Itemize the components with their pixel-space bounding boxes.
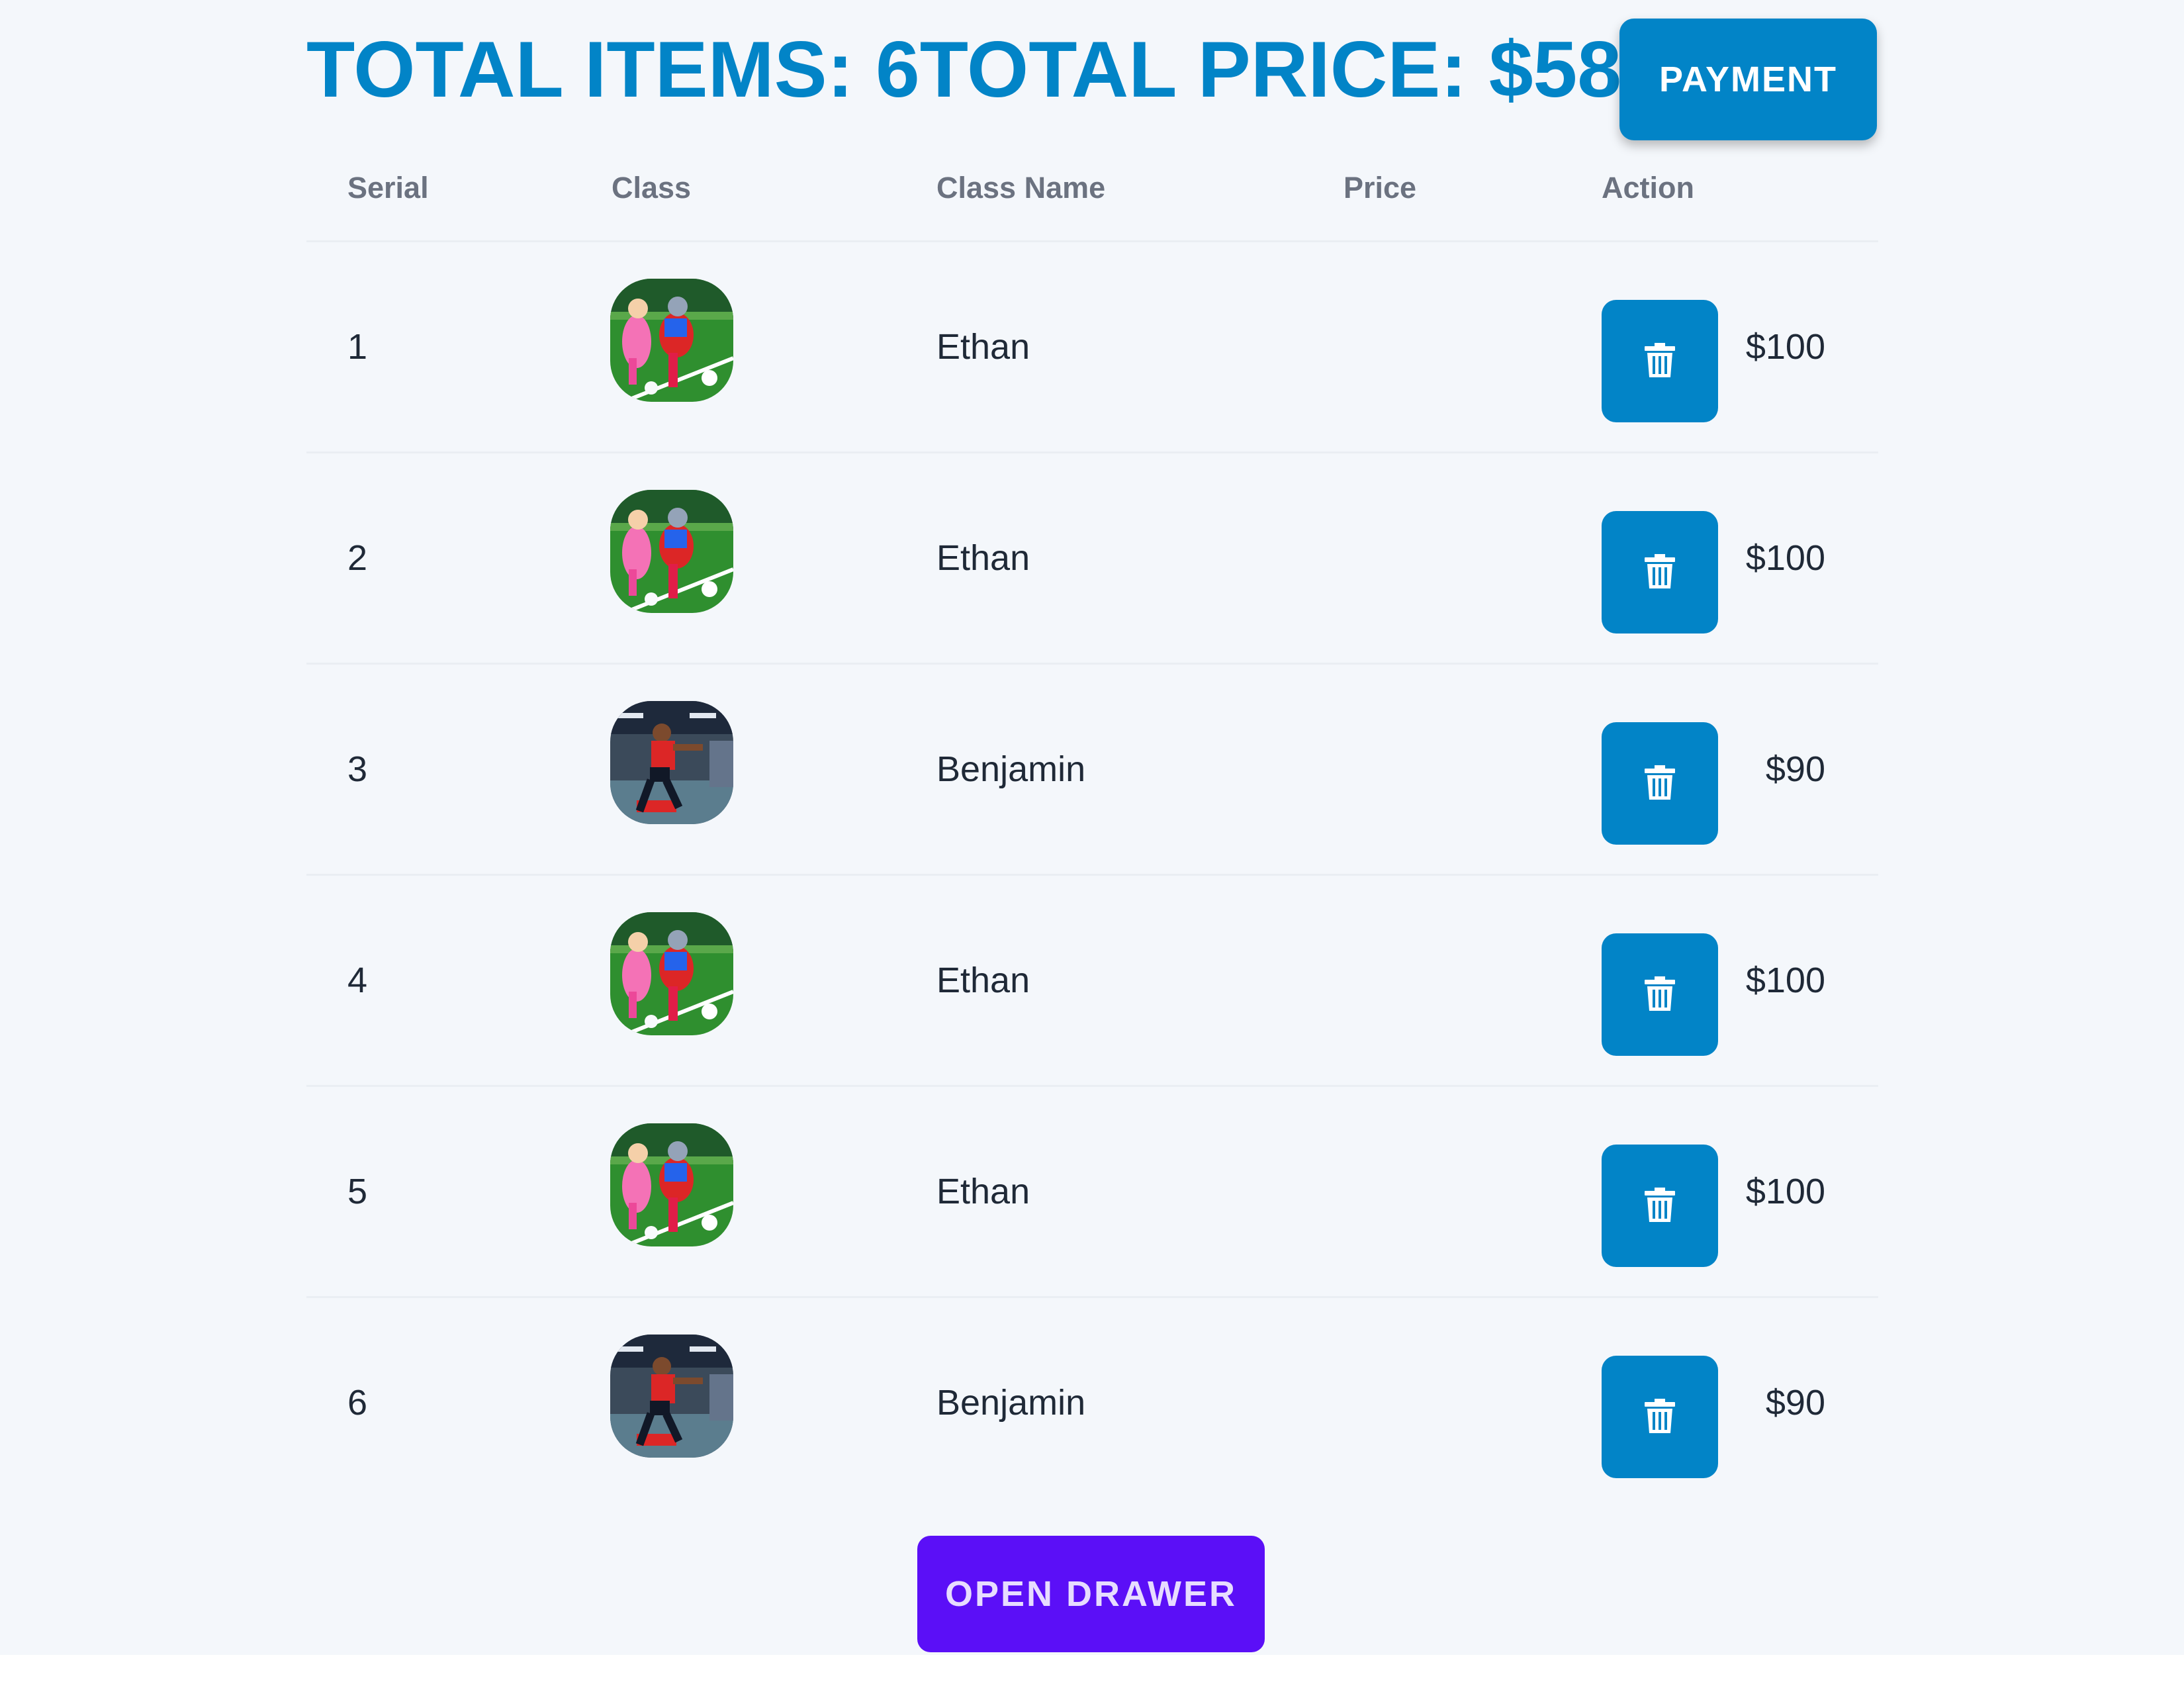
row-serial: 5 — [347, 1172, 368, 1211]
header-serial: Serial — [347, 171, 429, 205]
table-row: 5 Ethan $100 — [306, 1087, 1878, 1298]
delete-button[interactable] — [1602, 511, 1718, 633]
table-row: 6 Benjamin $90 — [306, 1298, 1878, 1507]
row-serial: 1 — [347, 327, 368, 367]
cart-summary: TOTAL ITEMS: 6TOTAL PRICE: $580 — [306, 25, 1666, 114]
class-thumbnail — [610, 279, 733, 402]
trash-icon — [1645, 1399, 1675, 1435]
delete-button[interactable] — [1602, 1145, 1718, 1267]
row-serial: 3 — [347, 749, 368, 789]
table-body: 1 Ethan $100 2 Ethan $100 3 Benjamin $90… — [306, 242, 1878, 1507]
row-serial: 4 — [347, 961, 368, 1000]
table-header: Serial Class Class Name Price Action — [306, 136, 1878, 242]
delete-button[interactable] — [1602, 933, 1718, 1056]
trash-icon — [1645, 343, 1675, 379]
delete-button[interactable] — [1602, 722, 1718, 845]
row-class-name: Benjamin — [936, 1383, 1086, 1423]
cart-table: Serial Class Class Name Price Action 1 E… — [306, 136, 1878, 1507]
trash-icon — [1645, 1188, 1675, 1224]
trash-icon — [1645, 976, 1675, 1013]
class-thumbnail — [610, 1335, 733, 1458]
delete-button[interactable] — [1602, 1356, 1718, 1478]
row-class-name: Benjamin — [936, 749, 1086, 789]
total-items-text: TOTAL ITEMS: 6 — [306, 25, 920, 114]
payment-button[interactable]: PAYMENT — [1619, 19, 1877, 140]
row-class-name: Ethan — [936, 538, 1030, 578]
header-action: Action — [1602, 171, 1694, 205]
open-drawer-button[interactable]: OPEN DRAWER — [917, 1536, 1265, 1652]
class-thumbnail — [610, 490, 733, 613]
row-serial: 6 — [347, 1383, 368, 1423]
row-class-name: Ethan — [936, 1172, 1030, 1211]
trash-icon — [1645, 554, 1675, 590]
trash-icon — [1645, 765, 1675, 802]
row-serial: 2 — [347, 538, 368, 578]
table-row: 3 Benjamin $90 — [306, 665, 1878, 876]
header-price: Price — [1343, 171, 1417, 205]
header-class: Class — [612, 171, 692, 205]
table-row: 2 Ethan $100 — [306, 453, 1878, 665]
header-class-name: Class Name — [936, 171, 1106, 205]
total-price-text: TOTAL PRICE: $580 — [919, 25, 1666, 114]
row-class-name: Ethan — [936, 327, 1030, 367]
class-thumbnail — [610, 1123, 733, 1246]
class-thumbnail — [610, 701, 733, 824]
table-row: 4 Ethan $100 — [306, 876, 1878, 1087]
delete-button[interactable] — [1602, 300, 1718, 422]
table-row: 1 Ethan $100 — [306, 242, 1878, 453]
row-class-name: Ethan — [936, 961, 1030, 1000]
class-thumbnail — [610, 912, 733, 1035]
